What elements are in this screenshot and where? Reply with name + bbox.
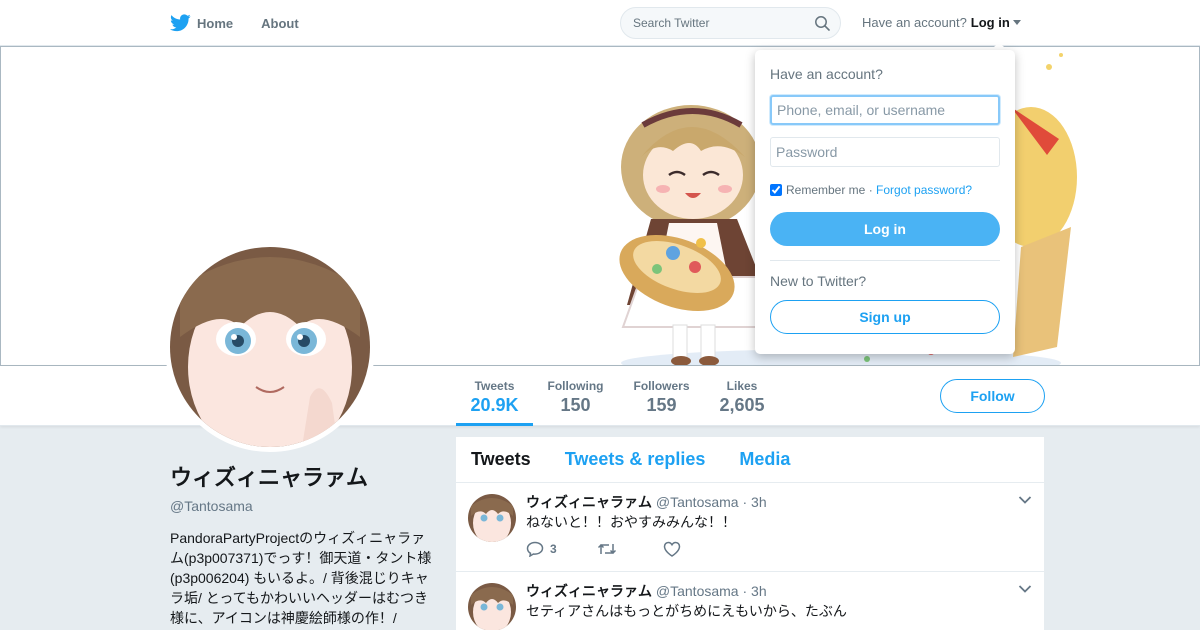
tweet-header: ウィズィニャラァム @Tantosama · 3h <box>526 492 767 512</box>
tweet-actions: 3 <box>526 541 727 557</box>
login-dropdown-toggle[interactable]: Log in <box>971 15 1010 30</box>
tweet-timestamp[interactable]: · 3h <box>742 494 766 510</box>
retweet-button[interactable] <box>597 542 623 556</box>
tweet-author-name[interactable]: ウィズィニャラァム <box>526 494 652 510</box>
remember-me-row: Remember me · Forgot password? <box>770 183 972 197</box>
profile-handle[interactable]: @Tantosama <box>170 498 432 514</box>
tweet-header: ウィズィニャラァム @Tantosama · 3h <box>526 581 767 601</box>
chevron-down-icon[interactable] <box>1018 584 1032 594</box>
nav-home-label: Home <box>197 15 234 31</box>
tweet-text: セティアさんはもっとがちめにえもいから、たぶん <box>526 603 847 619</box>
tweet-author-name[interactable]: ウィズィニャラァム <box>526 583 652 599</box>
stat-label: Followers <box>633 379 690 393</box>
reply-button[interactable]: 3 <box>526 541 557 557</box>
stat-value: 20.9K <box>470 395 519 415</box>
forgot-password-link[interactable]: Forgot password? <box>876 183 972 197</box>
heart-icon <box>663 541 680 557</box>
stat-label: Tweets <box>474 379 515 393</box>
top-navigation-bar: Home About Have an account? Log in <box>0 0 1200 46</box>
profile-info: ウィズィニャラァム @Tantosama PandoraPartyProject… <box>170 460 432 630</box>
remember-me-label[interactable]: Remember me <box>786 183 865 197</box>
stat-value: 159 <box>646 395 677 415</box>
account-prompt: Have an account? <box>862 15 967 30</box>
stat-followers[interactable]: Followers 159 <box>628 366 695 426</box>
timeline-tabs: Tweets Tweets & replies Media <box>456 437 1044 483</box>
account-area: Have an account? Log in <box>862 15 1021 30</box>
timeline: Tweets Tweets & replies Media ウィズィニャラァム … <box>456 437 1044 630</box>
separator: · <box>865 183 877 197</box>
stat-value: 2,605 <box>719 395 765 415</box>
tweet-avatar[interactable] <box>468 583 516 630</box>
signup-button[interactable]: Sign up <box>770 300 1000 334</box>
profile-display-name[interactable]: ウィズィニャラァム <box>170 460 432 492</box>
password-field[interactable] <box>770 137 1000 167</box>
chevron-down-icon[interactable] <box>1012 20 1021 25</box>
search-input[interactable] <box>621 8 801 38</box>
search-box <box>620 7 841 39</box>
twitter-bird-icon <box>170 14 191 32</box>
stat-likes[interactable]: Likes 2,605 <box>712 366 772 426</box>
tab-tweets[interactable]: Tweets <box>471 449 531 470</box>
profile-avatar[interactable] <box>165 242 375 452</box>
nav-about-link[interactable]: About <box>261 0 299 46</box>
new-to-twitter-prompt: New to Twitter? <box>770 273 867 289</box>
chevron-down-icon[interactable] <box>1018 495 1032 505</box>
tweet-item[interactable]: ウィズィニャラァム @Tantosama · 3h ねないと！！おやすみみんな！… <box>456 483 1044 572</box>
stat-label: Following <box>547 379 604 393</box>
divider <box>770 260 1000 261</box>
tab-media[interactable]: Media <box>739 449 790 470</box>
login-dropdown-title: Have an account? <box>770 66 883 82</box>
username-field[interactable] <box>770 95 1000 125</box>
tweet-text: ねないと！！おやすみみんな！！ <box>526 514 736 530</box>
nav-home-link[interactable]: Home <box>170 0 233 46</box>
tweet-author-handle[interactable]: @Tantosama <box>656 583 739 599</box>
stat-tweets[interactable]: Tweets 20.9K <box>456 366 533 426</box>
stat-value: 150 <box>560 395 591 415</box>
avatar-image <box>170 247 370 447</box>
login-button[interactable]: Log in <box>770 212 1000 246</box>
follow-button[interactable]: Follow <box>940 379 1045 413</box>
reply-count: 3 <box>550 542 557 556</box>
stat-label: Likes <box>726 379 758 393</box>
stat-following[interactable]: Following 150 <box>542 366 609 426</box>
tweet-avatar[interactable] <box>468 494 516 542</box>
tweet-timestamp[interactable]: · 3h <box>742 583 766 599</box>
tab-tweets-replies[interactable]: Tweets & replies <box>565 449 706 470</box>
remember-me-checkbox[interactable] <box>770 184 782 196</box>
like-button[interactable] <box>663 541 687 557</box>
profile-bio: PandoraPartyProjectのウィズィニャラァム(p3p007371)… <box>170 530 432 626</box>
reply-icon <box>526 541 544 557</box>
tweet-item[interactable]: ウィズィニャラァム @Tantosama · 3h セティアさんはもっとがちめに… <box>456 572 1044 630</box>
tweet-author-handle[interactable]: @Tantosama <box>656 494 739 510</box>
nav-left-group: Home About <box>170 0 327 46</box>
login-dropdown: Have an account? Remember me · Forgot pa… <box>755 50 1015 354</box>
retweet-icon <box>597 543 616 555</box>
search-icon[interactable] <box>814 15 830 31</box>
